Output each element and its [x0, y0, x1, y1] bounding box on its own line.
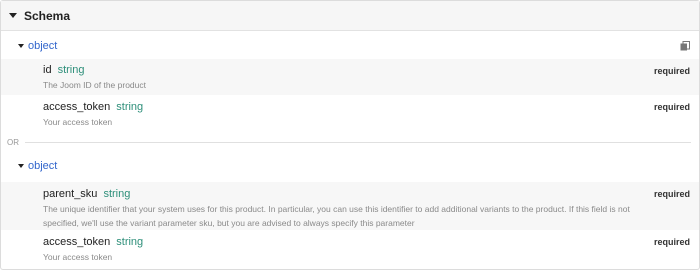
required-badge: required [653, 66, 690, 76]
copy-icon[interactable] [680, 41, 690, 51]
or-label: OR [7, 137, 19, 147]
property-description: The unique identifier that your system u… [43, 204, 630, 228]
caret-down-icon[interactable] [18, 44, 24, 48]
property-type: string [103, 188, 131, 200]
property-name: access_token [43, 101, 111, 113]
object-label[interactable]: object [28, 160, 57, 172]
property-type: string [57, 64, 85, 76]
schema-header[interactable]: Schema [1, 1, 699, 31]
or-divider: OR [1, 133, 699, 151]
property-description: Your access token [43, 252, 113, 262]
property-row-access-token: access_token string Your access token req… [1, 230, 699, 266]
divider-line [25, 141, 691, 143]
property-description: Your access token [43, 117, 113, 127]
object-toggle-1[interactable]: object [1, 33, 699, 59]
required-badge: required [653, 102, 690, 112]
property-row-parent-sku: parent_sku string The unique identifier t… [1, 182, 699, 230]
caret-down-icon[interactable] [9, 13, 17, 18]
property-type: string [116, 101, 144, 113]
required-badge: required [653, 189, 690, 199]
property-description: The Joom ID of the product [43, 80, 146, 90]
required-badge: required [653, 237, 690, 247]
object-label[interactable]: object [28, 40, 57, 52]
property-row-access-token: access_token string Your access token req… [1, 95, 699, 132]
property-name: id [43, 64, 52, 76]
property-name: access_token [43, 236, 111, 248]
property-name: parent_sku [43, 188, 98, 200]
caret-down-icon[interactable] [18, 164, 24, 168]
property-row-id: id string The Joom ID of the product requ… [1, 59, 699, 95]
schema-panel: Schema object id string The Joom ID of th… [0, 0, 700, 270]
object-toggle-2[interactable]: object [1, 153, 699, 179]
property-type: string [116, 236, 144, 248]
schema-title: Schema [24, 8, 71, 23]
